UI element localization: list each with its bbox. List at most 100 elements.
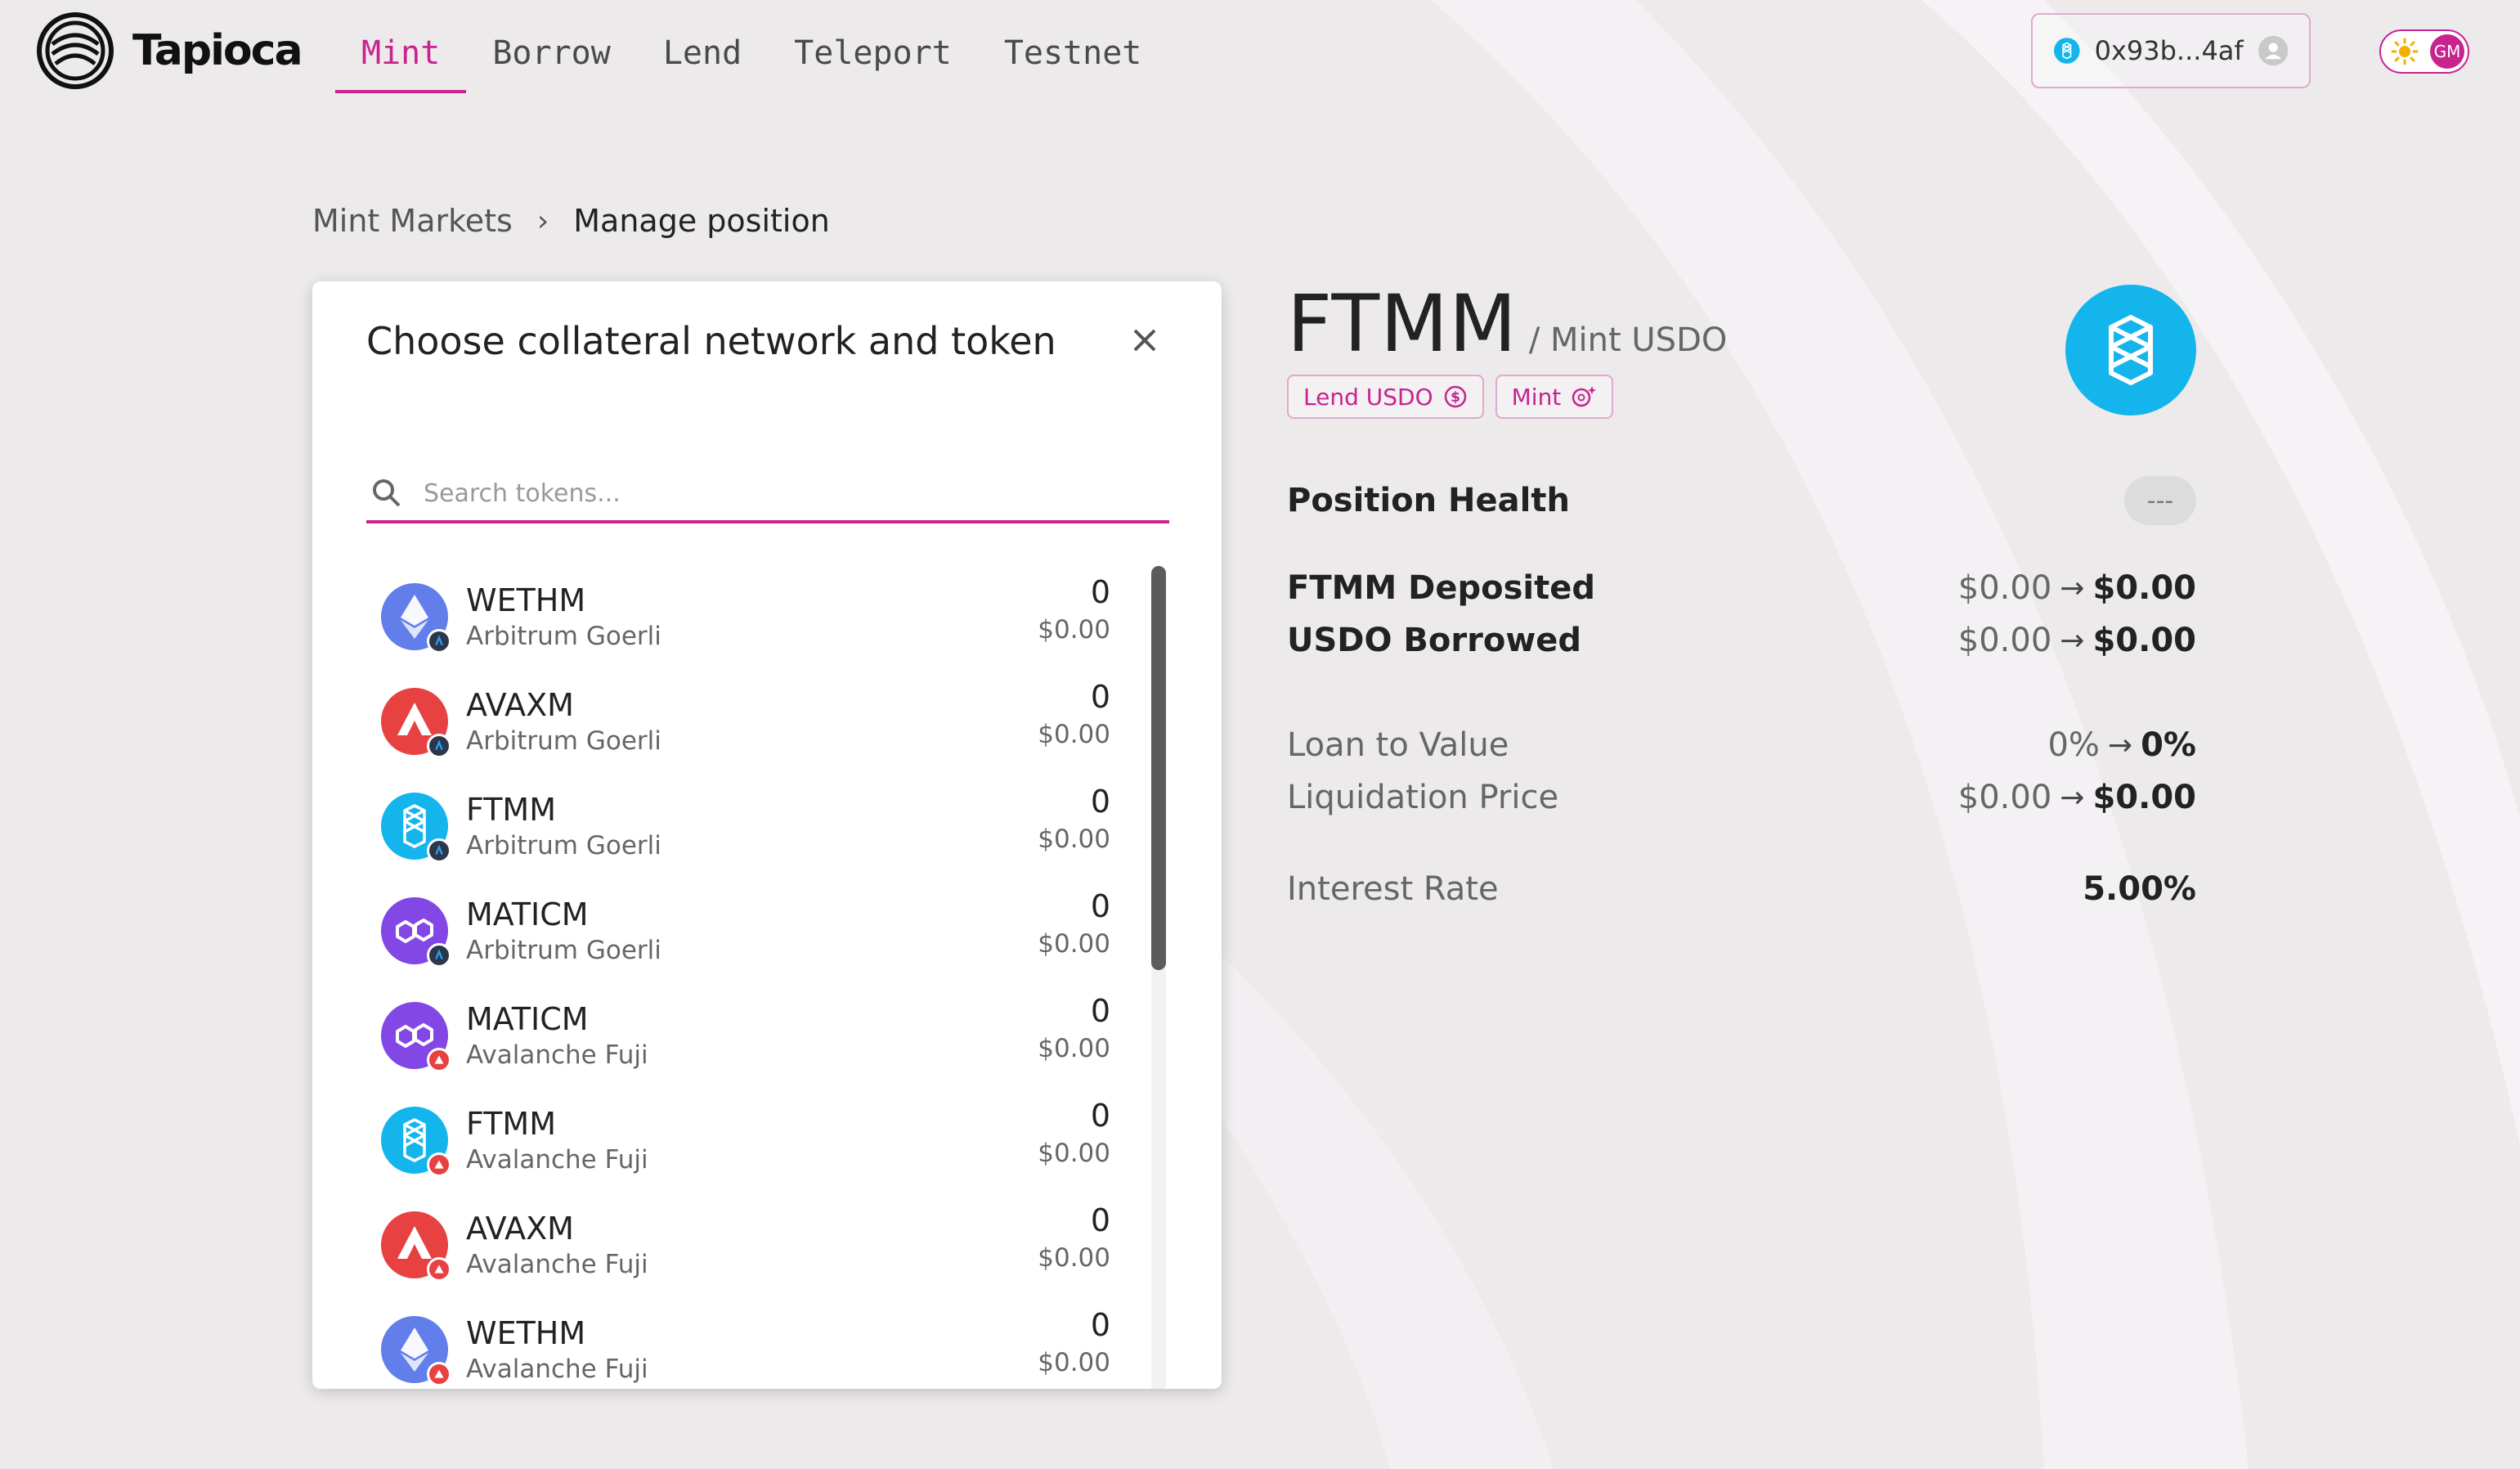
arrow-right-icon: → bbox=[2060, 623, 2085, 658]
token-network: Avalanche Fuji bbox=[466, 1250, 648, 1279]
breadcrumb: Mint Markets › Manage position bbox=[312, 203, 830, 239]
fantom-icon bbox=[2109, 315, 2153, 385]
token-balance: 0 bbox=[1090, 574, 1110, 610]
nav-borrow[interactable]: Borrow bbox=[466, 25, 637, 93]
avalanche-network-icon bbox=[427, 1152, 451, 1177]
token-network: Arbitrum Goerli bbox=[466, 622, 661, 651]
position-health-badge: --- bbox=[2124, 476, 2196, 525]
wallet-address: 0x93b...4af bbox=[2094, 35, 2244, 66]
market-title: FTMM / Mint USDO bbox=[1287, 278, 1727, 370]
mint-sparkle-icon bbox=[1572, 386, 1597, 407]
mint-tag[interactable]: Mint bbox=[1495, 375, 1614, 419]
liquidation-row: Liquidation Price $0.00 → $0.00 bbox=[1287, 779, 2196, 816]
token-network: Arbitrum Goerli bbox=[466, 726, 661, 756]
market-subtitle: / Mint USDO bbox=[1528, 321, 1728, 359]
gm-badge: GM bbox=[2430, 34, 2464, 69]
scrollbar-thumb[interactable] bbox=[1151, 566, 1166, 970]
breadcrumb-mint-markets[interactable]: Mint Markets bbox=[312, 203, 513, 239]
lend-usdo-tag[interactable]: Lend USDO $ bbox=[1287, 375, 1484, 419]
ltv-row: Loan to Value 0% → 0% bbox=[1287, 726, 2196, 764]
sun-icon bbox=[2391, 38, 2419, 65]
token-usd-value: $0.00 bbox=[1038, 1139, 1110, 1168]
deposited-from: $0.00 bbox=[1957, 569, 2052, 607]
token-usd-value: $0.00 bbox=[1038, 615, 1110, 645]
token-usd-value: $0.00 bbox=[1038, 1243, 1110, 1273]
arbitrum-network-icon bbox=[427, 734, 451, 758]
modal-title: Choose collateral network and token bbox=[366, 319, 1056, 363]
close-icon[interactable] bbox=[1127, 322, 1163, 358]
fantom-market-icon bbox=[2065, 285, 2196, 416]
token-row[interactable]: FTMM Avalanche Fuji 0 $0.00 bbox=[366, 1088, 1143, 1193]
token-row[interactable]: AVAXM Arbitrum Goerli 0 $0.00 bbox=[366, 669, 1143, 774]
arbitrum-network-icon bbox=[427, 943, 451, 968]
token-balance: 0 bbox=[1090, 1307, 1110, 1343]
token-row[interactable]: WETHM Avalanche Fuji 0 $0.00 bbox=[366, 1297, 1143, 1389]
token-balance: 0 bbox=[1090, 784, 1110, 820]
token-balance: 0 bbox=[1090, 1098, 1110, 1134]
token-row[interactable]: AVAXM Avalanche Fuji 0 $0.00 bbox=[366, 1193, 1143, 1297]
token-symbol: MATICM bbox=[466, 896, 589, 932]
token-symbol: FTMM bbox=[466, 792, 556, 828]
breadcrumb-current: Manage position bbox=[573, 203, 830, 239]
token-network: Avalanche Fuji bbox=[466, 1040, 648, 1070]
svg-text:$: $ bbox=[1451, 389, 1460, 406]
ltv-label: Loan to Value bbox=[1287, 726, 1509, 764]
token-row[interactable]: MATICM Avalanche Fuji 0 $0.00 bbox=[366, 983, 1143, 1088]
mint-tag-label: Mint bbox=[1511, 383, 1562, 411]
token-row[interactable]: MATICM Arbitrum Goerli 0 $0.00 bbox=[366, 878, 1143, 983]
ltv-from: 0% bbox=[2047, 726, 2100, 764]
token-symbol: AVAXM bbox=[466, 1211, 574, 1247]
token-row[interactable]: WETHM Arbitrum Goerli 0 $0.00 bbox=[366, 564, 1143, 669]
brand-logo[interactable]: Tapioca bbox=[36, 11, 303, 90]
dollar-circle-icon: $ bbox=[1444, 385, 1466, 408]
search-input[interactable] bbox=[422, 478, 1169, 509]
lend-usdo-label: Lend USDO bbox=[1303, 383, 1433, 411]
token-usd-value: $0.00 bbox=[1038, 720, 1110, 749]
borrowed-from: $0.00 bbox=[1957, 622, 2052, 659]
token-balance: 0 bbox=[1090, 679, 1110, 715]
ftm-token-icon bbox=[381, 793, 451, 863]
token-balance: 0 bbox=[1090, 888, 1110, 924]
token-row[interactable]: FTMM Arbitrum Goerli 0 $0.00 bbox=[366, 774, 1143, 878]
arrow-right-icon: → bbox=[2060, 571, 2085, 605]
avalanche-network-icon bbox=[427, 1048, 451, 1072]
user-avatar-icon bbox=[2258, 35, 2288, 66]
avax-token-icon bbox=[381, 1211, 451, 1282]
matic-token-icon bbox=[381, 1002, 451, 1072]
search-icon bbox=[373, 479, 401, 507]
deposited-to: $0.00 bbox=[2092, 569, 2196, 607]
token-balance: 0 bbox=[1090, 1202, 1110, 1238]
token-search bbox=[366, 466, 1169, 523]
chevron-right-icon: › bbox=[536, 204, 549, 238]
token-symbol: WETHM bbox=[466, 1315, 586, 1351]
market-tags: Lend USDO $ Mint bbox=[1287, 375, 1614, 419]
avax-token-icon bbox=[381, 688, 451, 758]
nav-mint[interactable]: Mint bbox=[335, 25, 467, 93]
theme-toggle[interactable]: GM bbox=[2379, 29, 2469, 74]
token-network: Avalanche Fuji bbox=[466, 1354, 648, 1384]
arrow-right-icon: → bbox=[2107, 728, 2133, 762]
arbitrum-network-icon bbox=[427, 838, 451, 863]
nav-lend[interactable]: Lend bbox=[637, 25, 768, 93]
nav-testnet[interactable]: Testnet bbox=[978, 25, 1168, 93]
position-health-label: Position Health bbox=[1287, 482, 1570, 519]
token-network: Avalanche Fuji bbox=[466, 1145, 648, 1175]
borrowed-to: $0.00 bbox=[2092, 622, 2196, 659]
token-network: Arbitrum Goerli bbox=[466, 831, 661, 860]
wallet-button[interactable]: 0x93b...4af bbox=[2031, 13, 2311, 88]
position-health-row: Position Health --- bbox=[1287, 476, 2196, 525]
token-list: WETHM Arbitrum Goerli 0 $0.00 AVAXM Arbitrum … bbox=[366, 564, 1143, 1389]
eth-token-icon bbox=[381, 583, 451, 654]
token-symbol: WETHM bbox=[466, 582, 586, 618]
interest-row: Interest Rate 5.00% bbox=[1287, 870, 2196, 908]
token-usd-value: $0.00 bbox=[1038, 824, 1110, 854]
borrowed-row: USDO Borrowed $0.00 → $0.00 bbox=[1287, 622, 2196, 659]
liquidation-to: $0.00 bbox=[2092, 779, 2196, 816]
token-symbol: MATICM bbox=[466, 1001, 589, 1037]
liquidation-label: Liquidation Price bbox=[1287, 779, 1559, 816]
token-usd-value: $0.00 bbox=[1038, 1034, 1110, 1063]
ltv-to: 0% bbox=[2141, 726, 2196, 764]
token-usd-value: $0.00 bbox=[1038, 1348, 1110, 1377]
deposited-row: FTMM Deposited $0.00 → $0.00 bbox=[1287, 569, 2196, 607]
nav-teleport[interactable]: Teleport bbox=[768, 25, 978, 93]
